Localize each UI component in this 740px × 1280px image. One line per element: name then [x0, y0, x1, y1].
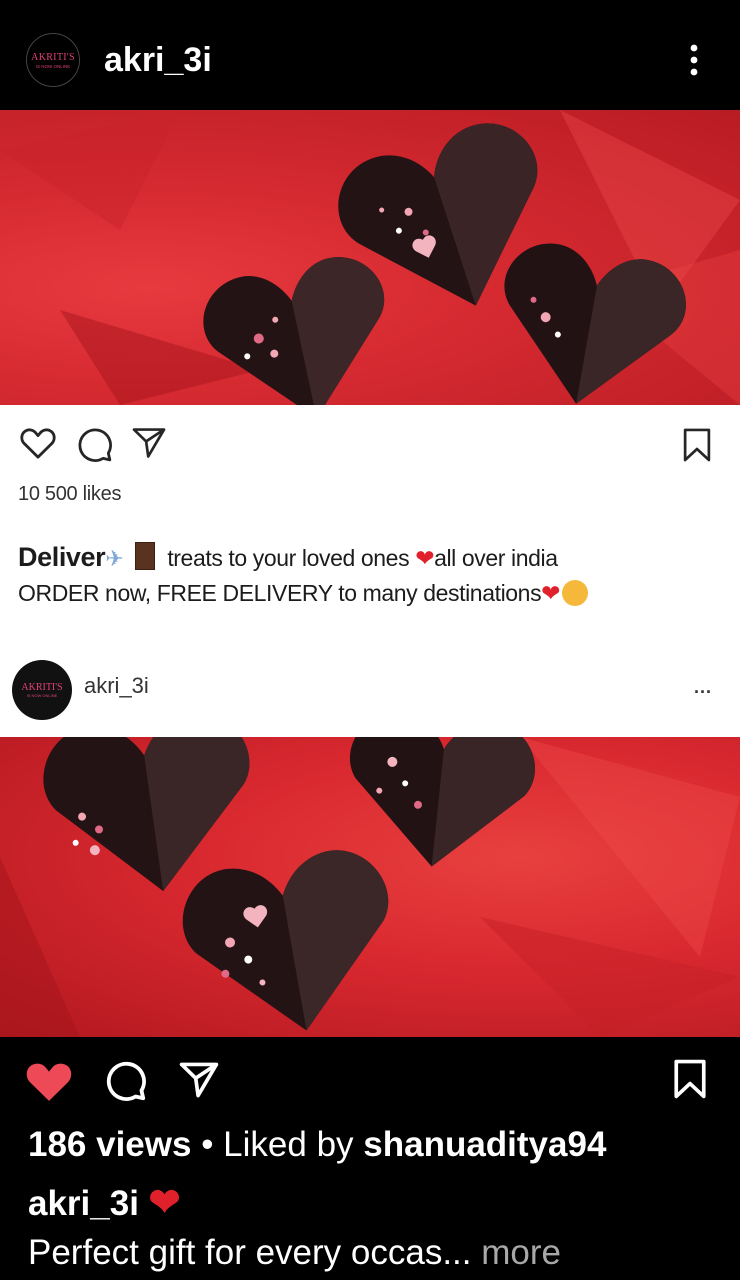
like-heart-icon[interactable] [24, 1057, 74, 1103]
chocolate-hearts-image [0, 737, 740, 1037]
airplane-emoji-icon: ✈ [105, 546, 124, 571]
caption-text: Perfect gift for every occas [28, 1233, 443, 1272]
post-username[interactable]: akri_3i [104, 40, 212, 80]
avatar-tagline-text: IS NOW ONLINE [35, 63, 71, 69]
caption-more-link[interactable]: more [481, 1233, 561, 1272]
comment-outline-icon [78, 428, 112, 462]
embedded-caption: Deliver✈ treats to your loved ones ❤all … [18, 540, 718, 611]
embedded-more-icon: ... [694, 677, 713, 697]
chocolate-hearts-image [0, 110, 740, 405]
post-media-bottom[interactable] [0, 737, 740, 1037]
smiling-hearts-emoji-icon [562, 580, 589, 606]
caption-ellipsis: ... [442, 1233, 472, 1272]
comment-icon[interactable] [101, 1057, 149, 1103]
share-icon[interactable] [176, 1058, 222, 1102]
embedded-post-card: 10 500 likes Deliver✈ treats to your lov… [0, 405, 740, 737]
avatar-brand-text: AKRITI'S [31, 51, 75, 63]
views-count[interactable]: 186 views [28, 1125, 191, 1164]
embedded-caption-line1: treats to your loved ones [167, 545, 410, 571]
post-header: AKRITI'S IS NOW ONLINE akri_3i [0, 0, 740, 110]
red-heart-emoji-icon: ❤ [541, 580, 561, 606]
heart-outline-icon [20, 428, 56, 459]
separator-dot: • [191, 1125, 224, 1164]
caption-text-line: Perfect gift for every occas... more [28, 1233, 561, 1273]
views-and-likes-line: 186 views • Liked by shanuaditya94 [28, 1125, 606, 1165]
embedded-caption-line2: ORDER now, FREE DELIVERY to many destina… [18, 580, 542, 606]
bookmark-outline-icon [683, 428, 711, 462]
embedded-caption-bold: Deliver [18, 542, 106, 572]
red-heart-emoji-icon: ❤ [415, 545, 435, 571]
bookmark-icon[interactable] [668, 1056, 712, 1102]
red-heart-emoji-icon: ❤ [148, 1182, 181, 1224]
liked-by-username[interactable]: shanuaditya94 [363, 1125, 606, 1164]
door-emoji-icon [135, 542, 156, 570]
embedded-caption-line1b: all over india [434, 545, 558, 571]
caption-username[interactable]: akri_3i [28, 1184, 139, 1223]
share-outline-icon [132, 428, 166, 458]
embedded-avatar-brand-text: AKRITI'S [21, 682, 63, 693]
embedded-username: akri_3i [84, 673, 149, 698]
more-options-icon[interactable] [682, 40, 706, 80]
liked-by-prefix: Liked by [223, 1125, 364, 1164]
profile-avatar[interactable]: AKRITI'S IS NOW ONLINE [26, 33, 80, 87]
post-media-top[interactable] [0, 110, 740, 405]
embedded-likes-count: 10 500 likes [18, 483, 122, 505]
embedded-profile-avatar: AKRITI'S IS NOW ONLINE [12, 660, 72, 720]
caption-line: akri_3i ❤ [28, 1180, 181, 1225]
embedded-avatar-tagline-text: IS NOW ONLINE [26, 693, 58, 698]
